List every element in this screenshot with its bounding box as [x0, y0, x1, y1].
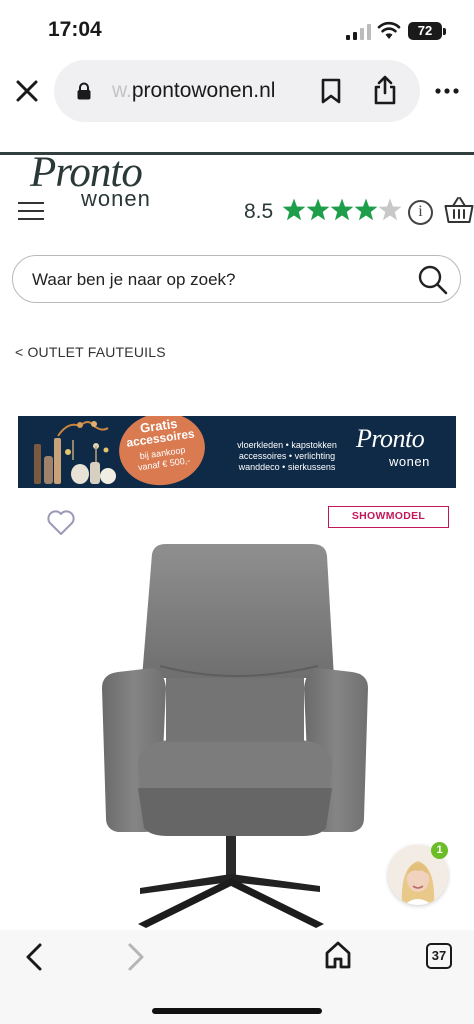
info-icon[interactable]: i — [408, 200, 433, 225]
search-input[interactable]: Waar ben je naar op zoek? — [12, 255, 461, 303]
lock-icon — [77, 82, 91, 100]
rating-stars — [282, 198, 402, 221]
more-options-icon[interactable] — [434, 82, 460, 100]
chat-unread-badge: 1 — [431, 842, 448, 859]
status-bar: 17:04 72 — [0, 0, 474, 60]
armchair-product-image[interactable] — [90, 538, 380, 930]
status-time: 17:04 — [48, 18, 102, 41]
url-text: w.prontowonen.nl — [112, 79, 275, 103]
tabs-count-button[interactable]: 37 — [426, 943, 452, 969]
shopping-basket-icon[interactable] — [444, 196, 474, 224]
banner-logo-wonen: wonen — [389, 454, 430, 469]
promo-item-list: vloerkleden • kapstokken accessoires • v… — [218, 440, 356, 473]
promo-item: accessoires • verlichting — [238, 451, 336, 461]
battery-tip — [443, 28, 446, 35]
promo-item: wanddeco • sierkussens — [238, 462, 336, 472]
promo-banner[interactable]: Gratis accessoires bij aankoop vanaf € 5… — [18, 416, 456, 488]
heart-icon[interactable] — [46, 509, 76, 537]
showmodel-badge: SHOWMODEL — [328, 506, 449, 528]
url-faded-part: w. — [112, 79, 132, 102]
star-filled-icon — [282, 198, 306, 221]
logo-wonen-text: wonen — [81, 186, 151, 211]
hamburger-menu-icon[interactable] — [18, 202, 44, 222]
home-icon[interactable] — [324, 940, 352, 970]
battery-level: 72 — [408, 22, 442, 40]
banner-logo-pronto: Pronto — [356, 424, 425, 453]
wifi-icon — [377, 21, 401, 39]
search-placeholder: Waar ben je naar op zoek? — [32, 270, 236, 289]
back-arrow-icon[interactable] — [24, 942, 44, 972]
forward-arrow-icon[interactable] — [126, 942, 146, 972]
home-indicator — [152, 1008, 322, 1014]
breadcrumb-back-link[interactable]: < OUTLET FAUTEUILS — [15, 344, 166, 360]
bookmark-icon[interactable] — [320, 77, 342, 105]
promo-item: vloerkleden • kapstokken — [237, 440, 337, 450]
star-empty-icon — [378, 198, 402, 221]
address-bar[interactable]: w.prontowonen.nl — [54, 60, 420, 122]
site-logo[interactable]: Pronto wonen — [30, 149, 170, 212]
star-filled-icon — [330, 198, 354, 221]
close-icon[interactable] — [14, 78, 40, 104]
share-icon[interactable] — [372, 74, 398, 106]
browser-bottom-bar: 37 — [0, 930, 474, 1024]
rating-score: 8.5 — [244, 200, 274, 223]
star-filled-icon — [354, 198, 378, 221]
url-domain: prontowonen.nl — [131, 79, 276, 102]
cellular-signal-icon — [346, 24, 372, 40]
info-icon-glyph: i — [418, 203, 423, 220]
search-icon[interactable] — [417, 264, 449, 296]
star-filled-icon — [306, 198, 330, 221]
